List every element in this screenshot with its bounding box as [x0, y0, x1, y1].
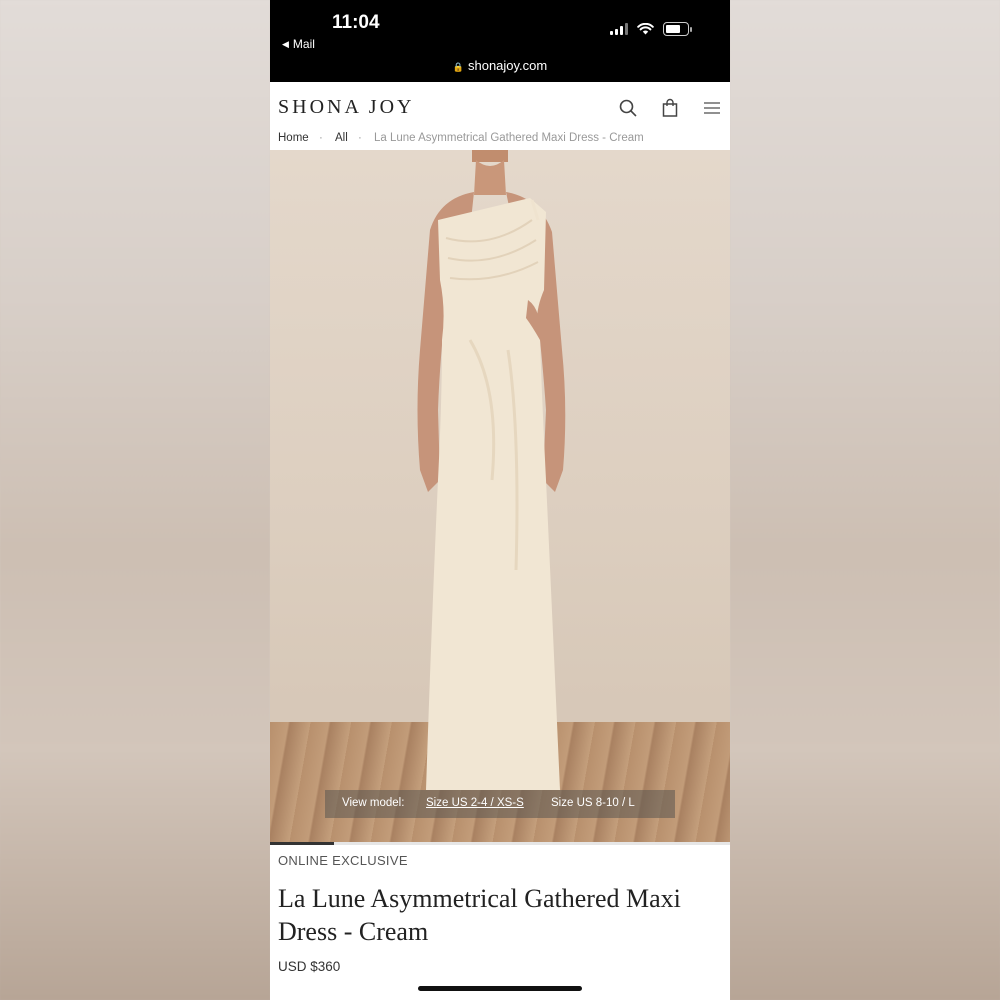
search-icon[interactable] — [618, 98, 638, 118]
breadcrumb-separator: · — [319, 132, 323, 144]
back-app-label: Mail — [292, 37, 315, 51]
status-time: 11:04 — [332, 12, 380, 33]
size-option-l[interactable]: Size US 8-10 / L — [551, 797, 635, 809]
product-image[interactable]: View model: Size US 2-4 / XS-S Size US 8… — [270, 150, 730, 842]
breadcrumb: Home · All · La Lune Asymmetrical Gather… — [270, 130, 730, 150]
status-icons — [610, 22, 692, 36]
shopping-bag-icon[interactable] — [660, 98, 680, 118]
breadcrumb-separator: · — [358, 132, 362, 144]
back-arrow-icon: ◀ — [282, 38, 289, 49]
blurred-background-left — [0, 0, 270, 1000]
status-bar: 11:04 ◀ Mail 🔒 shonajoy.com — [270, 0, 730, 82]
lock-icon: 🔒 — [452, 62, 464, 72]
wifi-icon — [637, 23, 654, 35]
gallery-progress-fill — [270, 842, 335, 845]
gallery-progress — [270, 842, 730, 845]
online-exclusive-badge: ONLINE EXCLUSIVE — [278, 853, 408, 868]
breadcrumb-current: La Lune Asymmetrical Gathered Maxi Dress… — [374, 132, 644, 144]
view-model-bar: View model: Size US 2-4 / XS-S Size US 8… — [325, 790, 675, 818]
size-option-xs-s[interactable]: Size US 2-4 / XS-S — [426, 797, 524, 809]
shona-joy-logo[interactable]: SHONA JOY — [278, 96, 414, 119]
back-to-mail-link[interactable]: ◀ Mail — [282, 37, 315, 51]
blurred-background-right — [730, 0, 1000, 1000]
breadcrumb-home[interactable]: Home — [278, 132, 309, 144]
view-model-label: View model: — [342, 797, 405, 809]
breadcrumb-all[interactable]: All — [335, 132, 348, 144]
menu-icon[interactable] — [702, 98, 722, 118]
product-price: USD $360 — [278, 959, 341, 974]
cellular-signal-icon — [610, 23, 628, 35]
product-title: La Lune Asymmetrical Gathered Maxi Dress… — [278, 884, 681, 946]
site-header: SHONA JOY — [270, 82, 730, 132]
url-text: shonajoy.com — [467, 58, 548, 73]
phone-screen: 11:04 ◀ Mail 🔒 shonajoy.com SHONA JOY Ho… — [270, 0, 730, 1000]
model-photo — [417, 150, 566, 790]
battery-icon — [663, 22, 689, 36]
url-bar[interactable]: 🔒 shonajoy.com — [270, 58, 730, 73]
home-indicator[interactable] — [418, 986, 582, 991]
